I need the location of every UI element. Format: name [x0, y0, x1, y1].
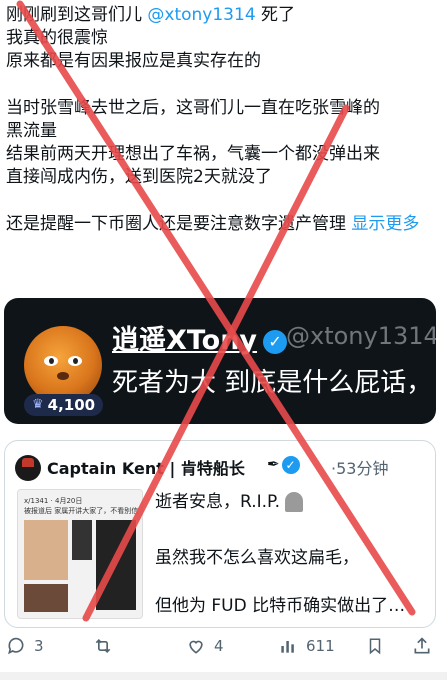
retweet-button[interactable]: [92, 636, 122, 656]
quoted-line-2: 虽然我不怎么喜欢这扁毛，: [155, 548, 359, 568]
quoted-author-name: Captain Kent | 肯特船长: [47, 459, 245, 478]
quoted-image[interactable]: x/1341 · 4月20日 被报道后 家属开讲大家了，不看别信: [17, 489, 143, 619]
profile-quote: 死者为大 到底是什么屁话，: [112, 368, 433, 398]
post-body: 刚刚刷到这哥们儿 @xtony1314 死了 我真的很震惊 原来都是有因果报应是…: [6, 4, 442, 236]
reply-button[interactable]: 3: [6, 636, 44, 656]
retweet-icon: [95, 638, 111, 654]
bookmark-icon: [369, 638, 381, 655]
share-button[interactable]: [412, 636, 432, 656]
quoted-timestamp: ·53分钟: [331, 459, 389, 478]
cat-avatar: [24, 326, 102, 404]
view-count: 611: [306, 637, 335, 655]
mention-link[interactable]: @xtony1314: [147, 5, 255, 25]
post-line-4: 当时张雪峰去世之后，这哥们儿一直在吃张雪峰的: [6, 98, 380, 118]
reply-count: 3: [34, 637, 44, 655]
headstone-icon: [285, 492, 304, 512]
badge-count-value: 4,100: [47, 396, 96, 414]
like-count: 4: [214, 637, 224, 655]
profile-handle: @xtony1314: [286, 322, 436, 350]
bookmark-button[interactable]: [366, 636, 384, 656]
like-button[interactable]: 4: [186, 636, 224, 656]
analytics-icon: [281, 641, 294, 653]
post-line-6: 结果前两天开理想出了车祸，气囊一个都没弹出来: [6, 144, 380, 164]
verified-icon: ✓: [281, 456, 300, 474]
embedded-profile-screenshot[interactable]: ♛ 4,100 逍遥XTony ✓ @xtony1314 死者为大 到底是什么屁话…: [4, 298, 436, 424]
quoted-tweet[interactable]: Captain Kent | 肯特船长 ✒ ✓ ·53分钟 x/1341 · 4月…: [4, 440, 436, 628]
author-badges: ✒ ✓: [267, 455, 300, 474]
reply-icon: [8, 637, 24, 655]
post-line-8: 还是提醒一下币圈人还是要注意数字遗产管理 显示更多: [6, 214, 420, 234]
share-icon: [414, 637, 430, 654]
profile-name: 逍遥XTony ✓: [112, 318, 288, 357]
post-line-1: 刚刚刷到这哥们儿 @xtony1314 死了: [6, 5, 296, 25]
quoted-line-3: 但他为 FUD 比特币确实做出了…: [155, 596, 406, 616]
follower-badge: ♛ 4,100: [24, 394, 104, 416]
bottom-divider: [0, 672, 447, 680]
avatar[interactable]: [15, 455, 41, 481]
verified-icon: ✓: [263, 329, 288, 354]
post-line-2: 我真的很震惊: [6, 28, 108, 48]
feather-icon: ✒: [267, 455, 280, 473]
heart-icon: [189, 640, 203, 654]
show-more-link[interactable]: 显示更多: [351, 214, 419, 234]
views-button[interactable]: 611: [278, 636, 335, 656]
trophy-icon: ♛: [32, 397, 44, 412]
quoted-line-1: 逝者安息，R.I.P.: [155, 487, 304, 512]
action-bar: 3 4 611: [0, 632, 447, 662]
post-line-3: 原来都是有因果报应是真实存在的: [6, 51, 261, 71]
post-line-7: 直接闯成内伤，送到医院2天就没了: [6, 167, 272, 187]
post-line-5: 黑流量: [6, 121, 57, 141]
